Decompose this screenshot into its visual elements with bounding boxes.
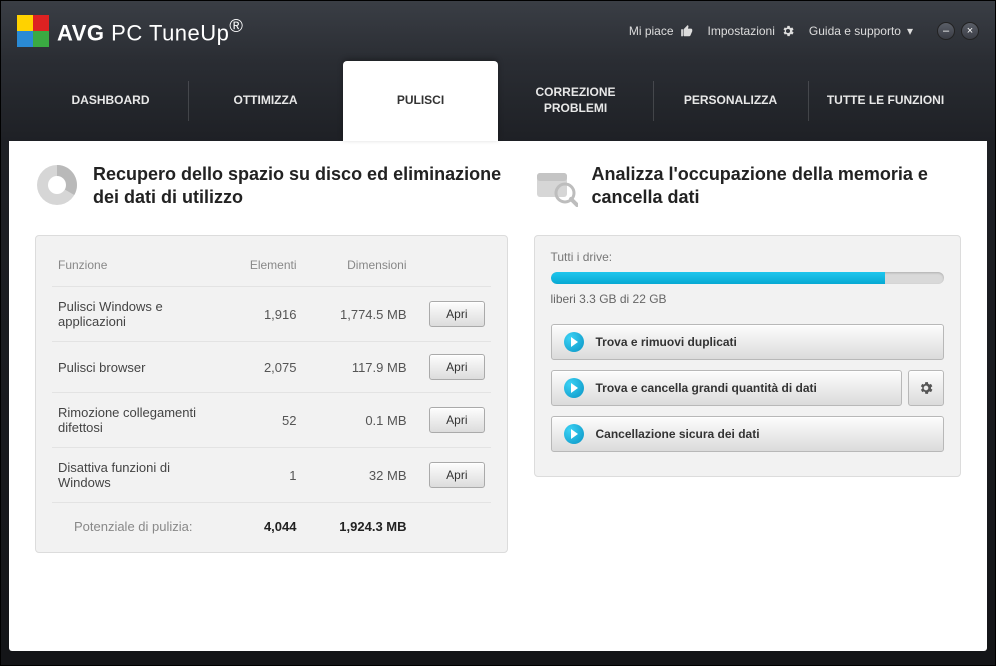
row-size: 0.1 MB — [297, 413, 407, 428]
panel-recover-space: Recupero dello spazio su disco ed elimin… — [35, 163, 508, 629]
settings-link[interactable]: Impostazioni — [708, 24, 795, 38]
row-elements: 1 — [217, 468, 297, 483]
help-label: Guida e supporto — [809, 24, 901, 38]
total-elements: 4,044 — [217, 519, 297, 534]
settings-label: Impostazioni — [708, 24, 775, 38]
left-panel-title: Recupero dello spazio su disco ed elimin… — [93, 163, 508, 208]
row-size: 117.9 MB — [297, 360, 407, 375]
minimize-button[interactable]: – — [937, 22, 955, 40]
app-title: AVG PC TuneUp® — [57, 15, 243, 46]
like-link[interactable]: Mi piace — [629, 24, 694, 38]
table-row: Pulisci Windows e applicazioni1,9161,774… — [52, 286, 491, 341]
tab-ottimizza[interactable]: OTTIMIZZA — [188, 61, 343, 141]
gear-icon — [918, 380, 934, 396]
cleaning-table-card: Funzione Elementi Dimensioni Pulisci Win… — [35, 235, 508, 553]
row-size: 1,774.5 MB — [297, 307, 407, 322]
row-function: Pulisci browser — [58, 360, 217, 375]
title-bar: AVG PC TuneUp® Mi piace Impostazioni Gui… — [1, 1, 995, 61]
drive-card: Tutti i drive: liberi 3.3 GB di 22 GB Tr… — [534, 235, 962, 477]
open-button[interactable]: Apri — [429, 407, 484, 433]
total-size: 1,924.3 MB — [297, 519, 407, 534]
registered-mark: ® — [229, 15, 243, 36]
header-elements: Elementi — [217, 258, 297, 272]
play-icon — [564, 378, 584, 398]
row-elements: 2,075 — [217, 360, 297, 375]
row-elements: 1,916 — [217, 307, 297, 322]
header-size: Dimensioni — [297, 258, 407, 272]
app-logo: AVG PC TuneUp® — [17, 15, 243, 47]
action-label: Trova e cancella grandi quantità di dati — [596, 381, 817, 395]
disk-search-icon — [534, 163, 578, 207]
action-label: Trova e rimuovi duplicati — [596, 335, 737, 349]
like-label: Mi piace — [629, 24, 674, 38]
thumbs-up-icon — [680, 24, 694, 38]
app-product: PC TuneUp — [111, 21, 229, 46]
avg-logo-icon — [17, 15, 49, 47]
app-brand: AVG — [57, 21, 105, 46]
tab-tutte-le-funzioni[interactable]: TUTTE LE FUNZIONI — [808, 61, 963, 141]
table-row: Disattiva funzioni di Windows132 MB Apri — [52, 447, 491, 502]
action-button[interactable]: Trova e cancella grandi quantità di dati — [551, 370, 903, 406]
row-function: Pulisci Windows e applicazioni — [58, 299, 217, 329]
table-header: Funzione Elementi Dimensioni — [52, 250, 491, 286]
row-function: Disattiva funzioni di Windows — [58, 460, 217, 490]
header-function: Funzione — [58, 258, 217, 272]
chevron-down-icon: ▾ — [907, 24, 913, 38]
drive-label: Tutti i drive: — [551, 250, 945, 264]
action-settings-button[interactable] — [908, 370, 944, 406]
action-button[interactable]: Trova e rimuovi duplicati — [551, 324, 945, 360]
drive-free-text: liberi 3.3 GB di 22 GB — [551, 292, 945, 306]
tabs-bar: DASHBOARDOTTIMIZZAPULISCICORREZIONE PROB… — [1, 61, 995, 141]
table-total-row: Potenziale di pulizia: 4,044 1,924.3 MB — [52, 502, 491, 538]
tab-correzione-problemi[interactable]: CORREZIONE PROBLEMI — [498, 61, 653, 141]
table-row: Pulisci browser2,075117.9 MB Apri — [52, 341, 491, 392]
tab-personalizza[interactable]: PERSONALIZZA — [653, 61, 808, 141]
action-button[interactable]: Cancellazione sicura dei dati — [551, 416, 945, 452]
drive-usage-bar — [551, 272, 945, 284]
row-function: Rimozione collegamenti difettosi — [58, 405, 217, 435]
total-label: Potenziale di pulizia: — [58, 519, 217, 534]
tab-dashboard[interactable]: DASHBOARD — [33, 61, 188, 141]
open-button[interactable]: Apri — [429, 354, 484, 380]
gear-icon — [781, 24, 795, 38]
close-button[interactable]: × — [961, 22, 979, 40]
content-area: Recupero dello spazio su disco ed elimin… — [9, 141, 987, 651]
tab-pulisci[interactable]: PULISCI — [343, 61, 498, 141]
pie-chart-icon — [35, 163, 79, 207]
play-icon — [564, 332, 584, 352]
app-window: AVG PC TuneUp® Mi piace Impostazioni Gui… — [0, 0, 996, 666]
help-link[interactable]: Guida e supporto ▾ — [809, 24, 913, 38]
panel-analyze-memory: Analizza l'occupazione della memoria e c… — [534, 163, 962, 629]
table-row: Rimozione collegamenti difettosi520.1 MB… — [52, 392, 491, 447]
row-size: 32 MB — [297, 468, 407, 483]
right-panel-title: Analizza l'occupazione della memoria e c… — [592, 163, 962, 208]
action-label: Cancellazione sicura dei dati — [596, 427, 760, 441]
play-icon — [564, 424, 584, 444]
open-button[interactable]: Apri — [429, 462, 484, 488]
open-button[interactable]: Apri — [429, 301, 484, 327]
row-elements: 52 — [217, 413, 297, 428]
